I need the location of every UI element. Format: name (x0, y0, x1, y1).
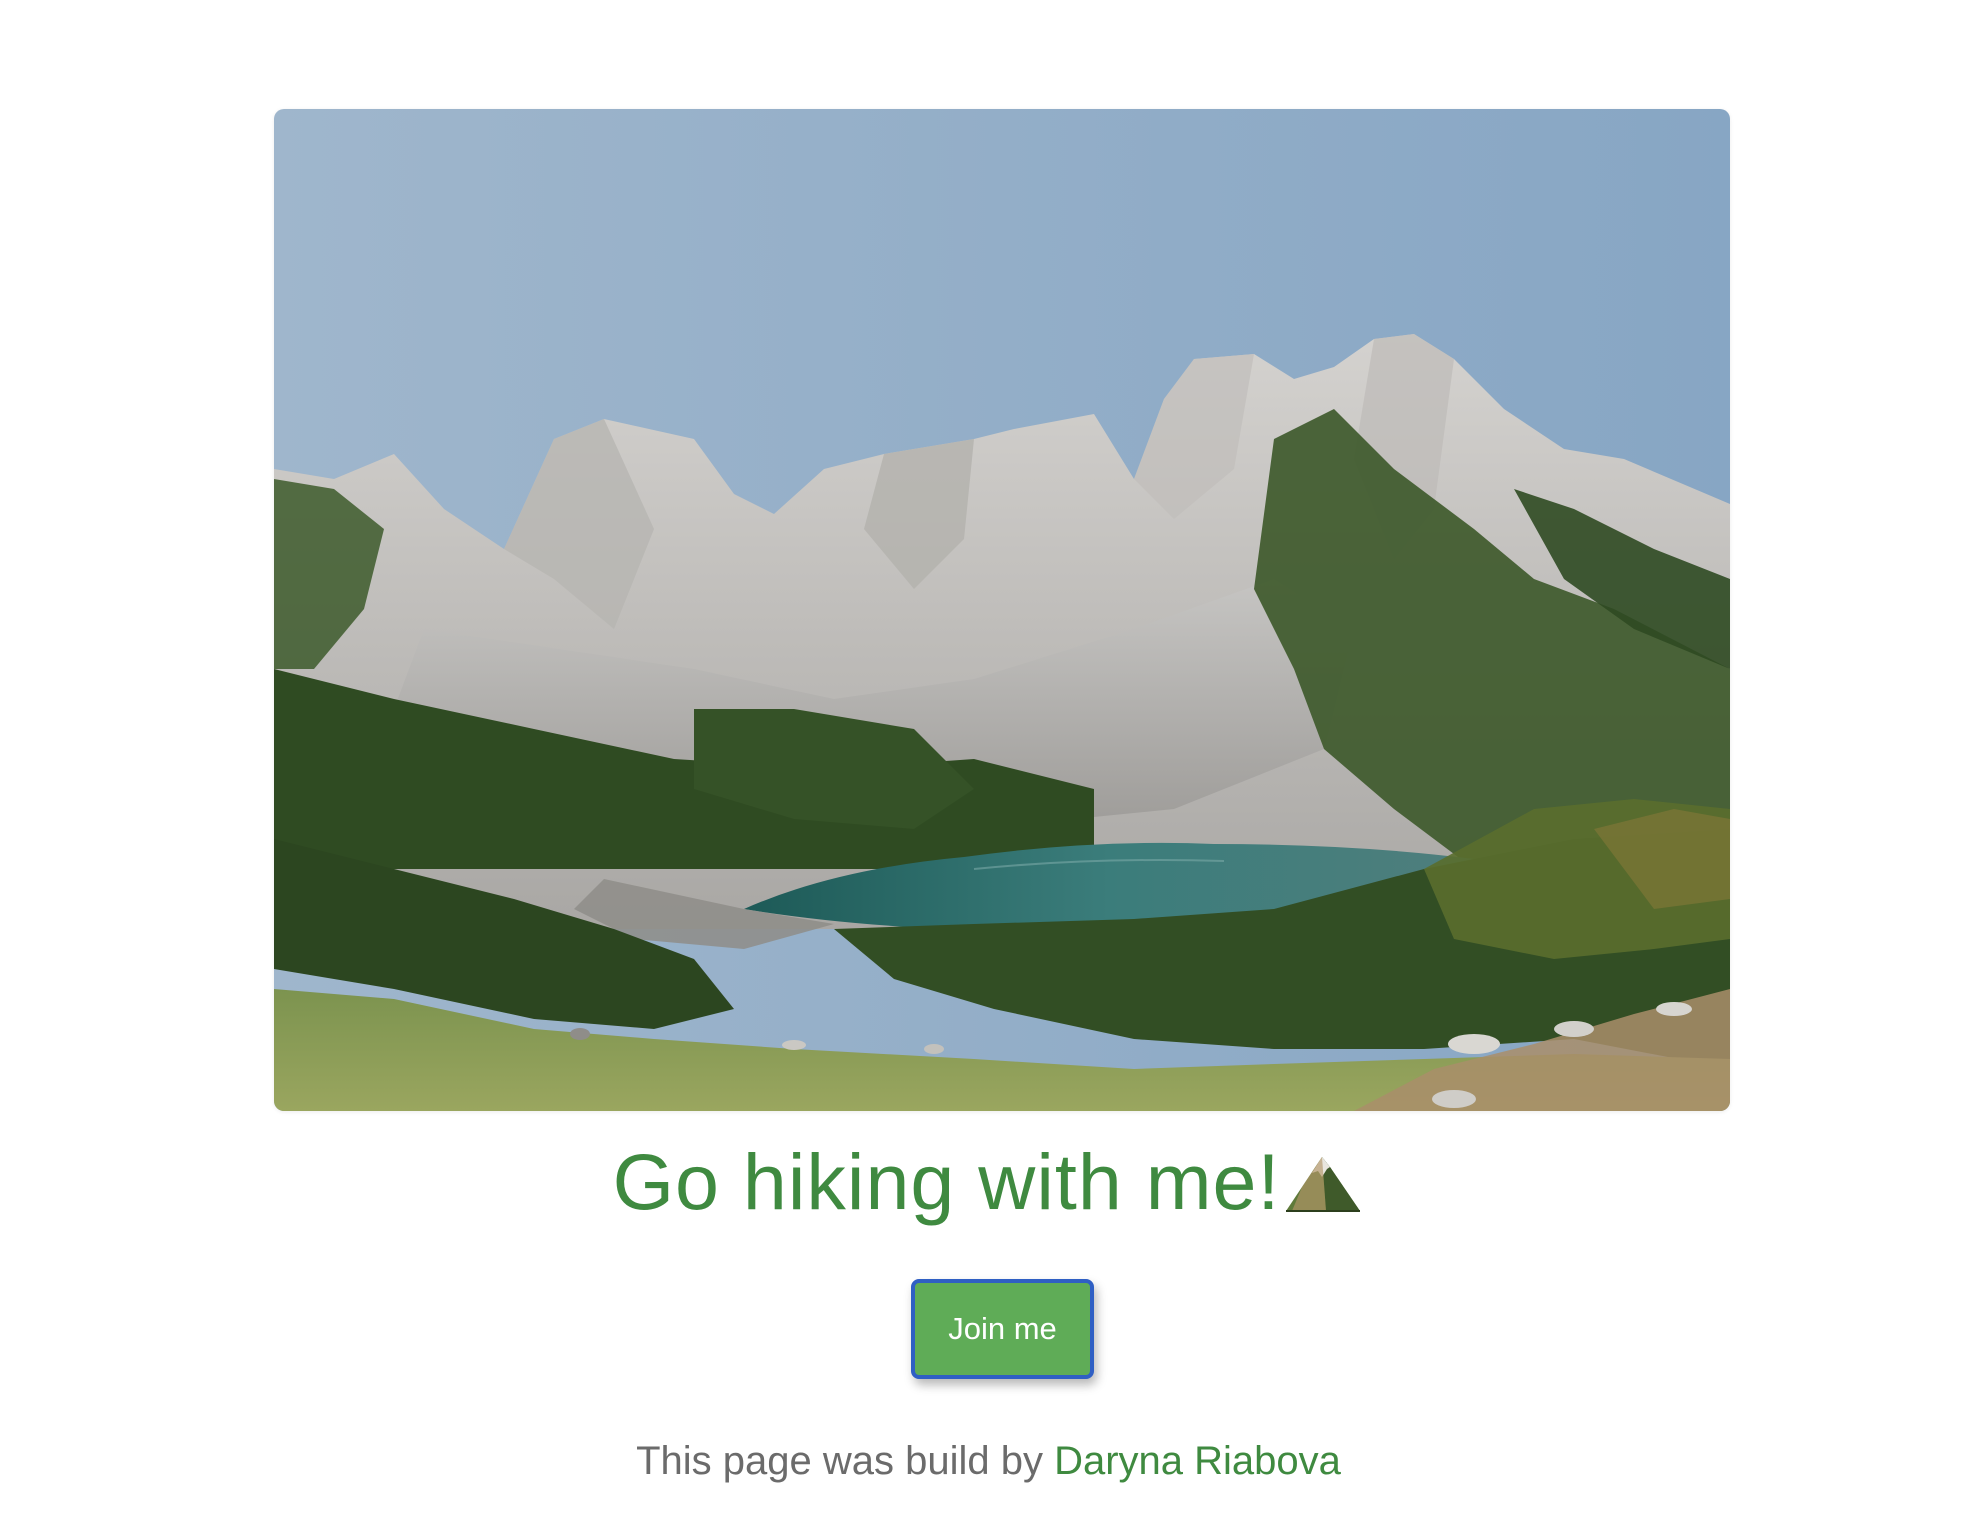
mountain-icon (1282, 1138, 1364, 1212)
credit-prefix: This page was build by (636, 1439, 1055, 1483)
title-text: Go hiking with me! (612, 1137, 1281, 1226)
page: Go hiking with me! Join me This page was… (0, 0, 1977, 1531)
join-me-button[interactable]: Join me (911, 1279, 1094, 1379)
footer-credit: This page was build by Daryna Riabova (0, 1434, 1977, 1488)
author-link[interactable]: Daryna Riabova (1054, 1439, 1341, 1483)
join-me-label: Join me (948, 1311, 1057, 1346)
hero-image (274, 109, 1730, 1111)
landscape-illustration (274, 109, 1730, 1111)
page-title: Go hiking with me! (0, 1132, 1977, 1232)
